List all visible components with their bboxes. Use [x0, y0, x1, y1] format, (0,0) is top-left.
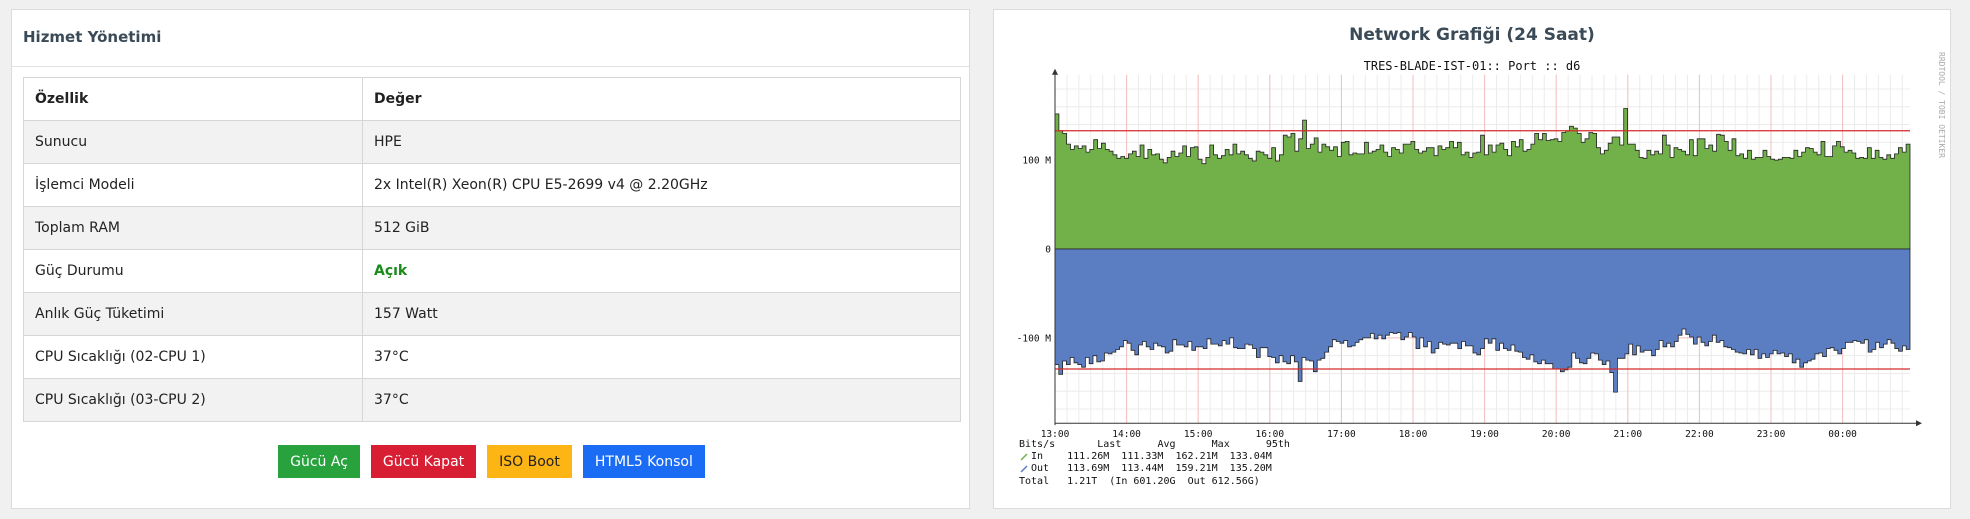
property-name: Anlık Güç Tüketimi — [23, 292, 363, 336]
y-tick-label: 100 M — [1022, 156, 1051, 167]
network-panel: Network Grafiği (24 Saat) TRES-BLADE-IST… — [993, 9, 1951, 509]
y-axis-arrow — [1052, 68, 1058, 75]
panel-title: Hizmet Yönetimi — [12, 10, 969, 67]
x-tick-label: 17:00 — [1327, 429, 1356, 440]
property-name: Toplam RAM — [23, 206, 363, 250]
property-value: HPE — [362, 120, 961, 164]
action-buttons: Gücü Aç Gücü Kapat ISO Boot HTML5 Konsol — [12, 445, 971, 478]
property-name: Sunucu — [23, 120, 363, 164]
table-row: CPU Sıcaklığı (02-CPU 1) 37°C — [23, 335, 961, 379]
power-off-button[interactable]: Gücü Kapat — [370, 445, 477, 478]
legend-in-row: In 111.26M 111.33M 162.21M 133.04M — [1020, 451, 1272, 462]
x-axis-arrow — [1916, 420, 1922, 427]
table-row: Sunucu HPE — [23, 120, 961, 164]
table-row: Güç Durumu Açık — [23, 249, 961, 293]
power-on-button[interactable]: Gücü Aç — [278, 445, 360, 478]
table-row: İşlemci Modeli 2x Intel(R) Xeon(R) CPU E… — [23, 163, 961, 207]
property-name: İşlemci Modeli — [23, 163, 363, 207]
column-header-value: Değer — [362, 77, 961, 121]
y-tick-label: 0 — [1045, 245, 1051, 256]
html5-console-button[interactable]: HTML5 Konsol — [582, 445, 705, 478]
table-row: Anlık Güç Tüketimi 157 Watt — [23, 292, 961, 336]
legend-header: Bits/s Last Avg Max 95th — [1019, 439, 1290, 450]
graph-title: TRES-BLADE-IST-01:: Port :: d6 — [1364, 59, 1581, 73]
network-panel-title: Network Grafiği (24 Saat) — [1349, 25, 1595, 45]
x-tick-label: 23:00 — [1757, 429, 1786, 440]
property-value: 157 Watt — [362, 292, 961, 336]
property-value: 37°C — [362, 335, 961, 379]
x-tick-label: 00:00 — [1828, 429, 1857, 440]
x-tick-label: 18:00 — [1399, 429, 1428, 440]
iso-boot-button[interactable]: ISO Boot — [487, 445, 572, 478]
property-value: 512 GiB — [362, 206, 961, 250]
legend-total: Total 1.21T (In 601.20G Out 612.56G) — [1019, 476, 1260, 487]
table-row: CPU Sıcaklığı (03-CPU 2) 37°C — [23, 378, 961, 422]
legend-in-swatch — [1020, 453, 1028, 461]
property-name: CPU Sıcaklığı (02-CPU 1) — [23, 335, 363, 379]
y-tick-label: -100 M — [1017, 333, 1052, 344]
x-tick-label: 19:00 — [1470, 429, 1499, 440]
table-row: Toplam RAM 512 GiB — [23, 206, 961, 250]
x-tick-label: 20:00 — [1542, 429, 1571, 440]
network-graph: TRES-BLADE-IST-01:: Port :: d6 RRDTOOL /… — [1017, 52, 1946, 487]
x-tick-label: 21:00 — [1613, 429, 1642, 440]
property-name: Güç Durumu — [23, 249, 363, 293]
power-status-value: Açık — [362, 249, 961, 293]
legend-in: In 111.26M 111.33M 162.21M 133.04M — [1031, 451, 1272, 462]
out-traffic-area — [1054, 248, 1911, 393]
property-value: 37°C — [362, 378, 961, 422]
service-panel: Hizmet Yönetimi Özellik Değer Sunucu HPE… — [11, 9, 970, 509]
property-value: 2x Intel(R) Xeon(R) CPU E5-2699 v4 @ 2.2… — [362, 163, 961, 207]
legend-out-row: Out 113.69M 113.44M 159.21M 135.20M — [1020, 463, 1272, 474]
legend-out-swatch — [1020, 465, 1028, 473]
column-header-property: Özellik — [23, 77, 363, 121]
x-tick-label: 22:00 — [1685, 429, 1714, 440]
properties-table: Özellik Değer Sunucu HPE İşlemci Modeli … — [23, 77, 961, 422]
rrdtool-watermark: RRDTOOL / TOBI OETIKER — [1937, 52, 1946, 158]
graph-legend: Bits/s Last Avg Max 95th In 111.26M 111.… — [1019, 439, 1290, 487]
property-name: CPU Sıcaklığı (03-CPU 2) — [23, 378, 363, 422]
legend-out: Out 113.69M 113.44M 159.21M 135.20M — [1031, 463, 1272, 474]
in-traffic-area — [1054, 108, 1911, 250]
